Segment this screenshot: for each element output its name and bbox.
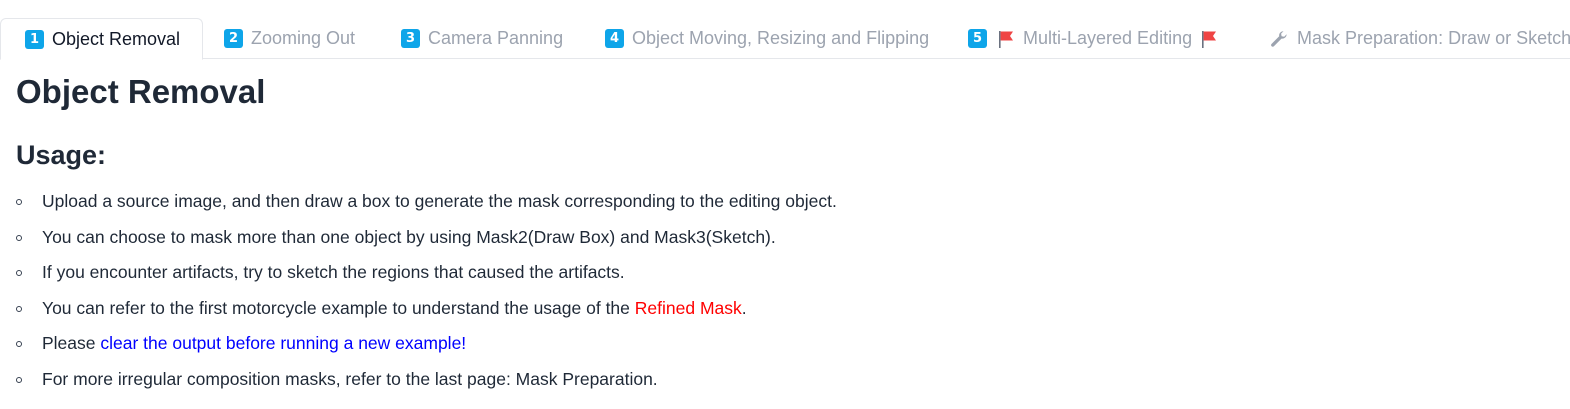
clear-output-link[interactable]: clear the output before running a new ex… bbox=[100, 333, 466, 353]
hollow-bullet-icon bbox=[16, 270, 22, 277]
page-title: Object Removal bbox=[16, 73, 266, 110]
refined-mask-highlight: Refined Mask bbox=[634, 297, 742, 318]
wrench-icon bbox=[1271, 30, 1287, 47]
list-item-text: Please bbox=[42, 333, 101, 354]
tab-bar: 1 Object Removal 2 Zooming Out 3 Camera … bbox=[0, 18, 1570, 60]
list-item-text: If you encounter artifacts, try to sketc… bbox=[42, 262, 625, 283]
tab-label: Multi-Layered Editing bbox=[1023, 28, 1193, 48]
number-4-icon: 4 bbox=[605, 29, 624, 48]
list-item: You can choose to mask more than one obj… bbox=[0, 220, 837, 256]
red-flag-icon bbox=[1202, 30, 1217, 48]
list-item-text: For more irregular composition masks, re… bbox=[42, 368, 658, 389]
tab-label: Zooming Out bbox=[251, 28, 356, 48]
list-item-text: Upload a source image, and then draw a b… bbox=[42, 191, 837, 211]
tab-zooming-out[interactable]: 2 Zooming Out bbox=[224, 18, 355, 59]
number-1-icon: 1 bbox=[25, 29, 44, 49]
hollow-bullet-icon bbox=[16, 234, 22, 241]
red-flag-icon bbox=[999, 30, 1013, 48]
number-3-icon: 3 bbox=[401, 29, 420, 48]
usage-heading: Usage: bbox=[16, 140, 107, 170]
tab-label: Object Removal bbox=[52, 28, 181, 49]
hollow-bullet-icon bbox=[16, 376, 22, 383]
tab-camera-panning[interactable]: 3 Camera Panning bbox=[401, 18, 563, 59]
tab-label: Camera Panning bbox=[428, 28, 564, 48]
tab-object-removal[interactable]: 1 Object Removal bbox=[0, 18, 204, 60]
list-item-text: You can refer to the first motorcycle ex… bbox=[42, 297, 635, 318]
list-item: If you encounter artifacts, try to sketc… bbox=[0, 255, 837, 291]
number-5-icon: 5 bbox=[968, 29, 987, 48]
hollow-bullet-icon bbox=[16, 341, 22, 348]
hollow-bullet-icon bbox=[16, 199, 22, 205]
list-item: For more irregular composition masks, re… bbox=[0, 362, 837, 398]
tab-mask-preparation[interactable]: Mask Preparation: Draw or Sketch bbox=[1269, 18, 1570, 59]
tab-multi-layered-editing[interactable]: 5 Multi-Layered Editing bbox=[968, 18, 1218, 59]
number-2-icon: 2 bbox=[224, 29, 243, 48]
list-item-text: You can choose to mask more than one obj… bbox=[42, 226, 776, 247]
tab-label: Mask Preparation: Draw or Sketch bbox=[1297, 28, 1570, 48]
hollow-bullet-icon bbox=[16, 305, 22, 312]
list-item: Upload a source image, and then draw a b… bbox=[0, 184, 837, 220]
tab-label: Object Moving, Resizing and Flipping bbox=[632, 28, 930, 48]
usage-list: Upload a source image, and then draw a b… bbox=[0, 184, 837, 398]
list-item-text: . bbox=[741, 297, 747, 318]
tab-object-moving[interactable]: 4 Object Moving, Resizing and Flipping bbox=[605, 18, 929, 59]
list-item: You can refer to the first motorcycle ex… bbox=[0, 291, 837, 327]
list-item: Please clear the output before running a… bbox=[0, 326, 837, 362]
